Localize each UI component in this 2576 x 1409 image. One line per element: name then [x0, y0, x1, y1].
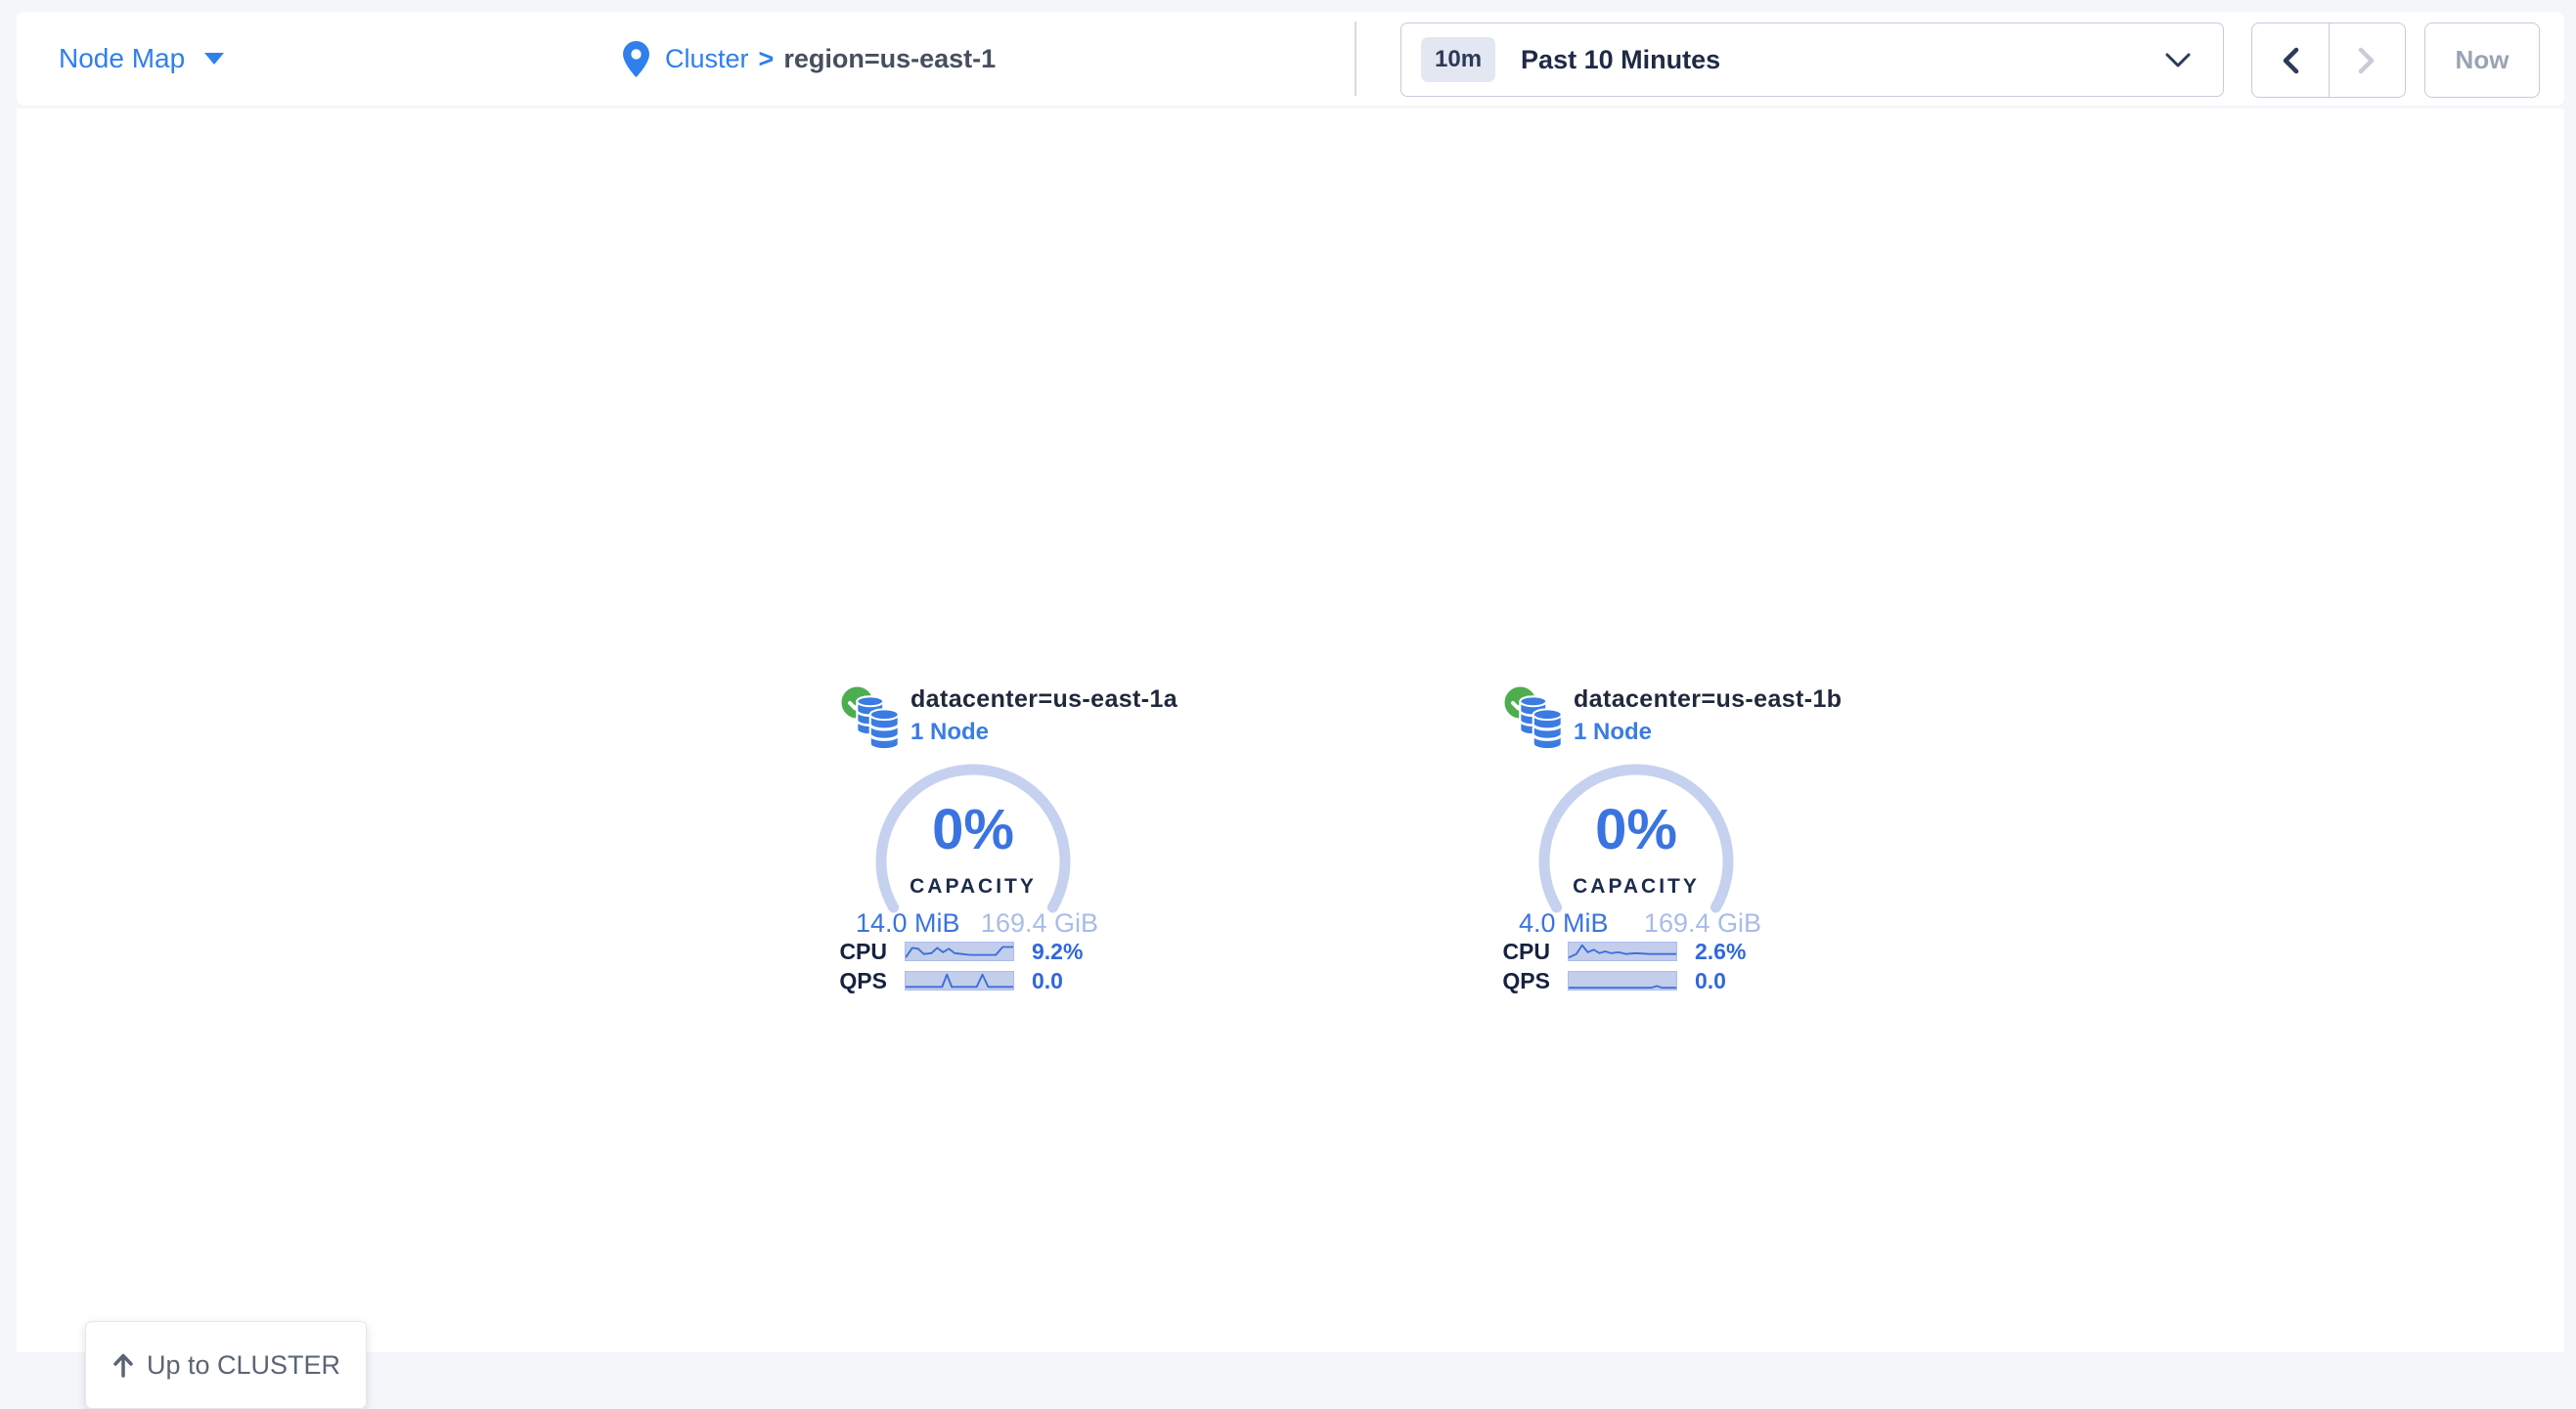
qps-metric-row: QPS 0.0	[828, 970, 1063, 991]
cpu-value: 9.2%	[1032, 939, 1083, 965]
qps-label: QPS	[828, 968, 905, 994]
capacity-total: 169.4 GiB	[981, 908, 1098, 939]
time-range-dropdown[interactable]: 10m Past 10 Minutes	[1400, 22, 2224, 97]
datacenter-node-count: 1 Node	[910, 719, 989, 746]
time-range-badge: 10m	[1421, 37, 1495, 82]
now-button[interactable]: Now	[2424, 22, 2540, 98]
header-bar: Node Map Cluster > region=us-east-1 10m …	[17, 12, 2564, 106]
view-selector[interactable]: Node Map	[59, 12, 224, 106]
cpu-sparkline	[1568, 942, 1677, 961]
capacity-range: 4.0 MiB 169.4 GiB	[1519, 908, 1761, 939]
location-pin-icon	[623, 41, 649, 77]
up-to-cluster-label: Up to CLUSTER	[147, 1350, 340, 1381]
capacity-total: 169.4 GiB	[1644, 908, 1761, 939]
view-selector-label: Node Map	[59, 43, 185, 74]
time-range-label: Past 10 Minutes	[1521, 45, 1720, 75]
up-to-cluster-button[interactable]: Up to CLUSTER	[85, 1321, 367, 1409]
node-map-canvas: datacenter=us-east-1a 1 Node 0% CAPACITY…	[17, 109, 2564, 1352]
cpu-metric-row: CPU 2.6%	[1491, 941, 1746, 962]
arrow-up-icon	[111, 1351, 135, 1379]
capacity-label: CAPACITY	[870, 875, 1076, 899]
datacenter-title: datacenter=us-east-1a	[910, 685, 1177, 714]
capacity-percent: 0%	[870, 797, 1076, 862]
qps-label: QPS	[1491, 968, 1568, 994]
chevron-down-icon	[2164, 52, 2192, 68]
cpu-metric-row: CPU 9.2%	[828, 941, 1083, 962]
capacity-used: 4.0 MiB	[1519, 908, 1609, 939]
chevron-left-icon	[2280, 46, 2301, 75]
qps-value: 0.0	[1695, 968, 1726, 994]
cpu-label: CPU	[828, 939, 905, 965]
qps-metric-row: QPS 0.0	[1491, 970, 1726, 991]
caret-down-icon	[204, 53, 224, 66]
capacity-range: 14.0 MiB 169.4 GiB	[856, 908, 1098, 939]
datacenter-card-us-east-1b[interactable]: datacenter=us-east-1b 1 Node 0% CAPACITY…	[1491, 683, 1785, 1006]
datacenter-node-count: 1 Node	[1574, 719, 1652, 746]
qps-value: 0.0	[1032, 968, 1063, 994]
breadcrumb: Cluster > region=us-east-1	[623, 12, 996, 106]
cpu-sparkline	[905, 942, 1014, 961]
qps-sparkline	[905, 971, 1014, 991]
breadcrumb-separator: >	[759, 44, 775, 74]
datacenter-title: datacenter=us-east-1b	[1574, 685, 1842, 714]
cpu-label: CPU	[1491, 939, 1568, 965]
capacity-used: 14.0 MiB	[856, 908, 960, 939]
database-stack-icon	[852, 693, 903, 755]
breadcrumb-current: region=us-east-1	[783, 44, 996, 74]
capacity-label: CAPACITY	[1533, 875, 1739, 899]
breadcrumb-cluster-link[interactable]: Cluster	[665, 44, 749, 74]
capacity-percent: 0%	[1533, 797, 1739, 862]
database-stack-icon	[1515, 693, 1566, 755]
cpu-value: 2.6%	[1695, 939, 1746, 965]
qps-sparkline	[1568, 971, 1677, 991]
next-time-button[interactable]	[2329, 23, 2406, 97]
datacenter-card-us-east-1a[interactable]: datacenter=us-east-1a 1 Node 0% CAPACITY…	[828, 683, 1122, 1006]
header-divider	[1355, 22, 1356, 96]
prev-time-button[interactable]	[2252, 23, 2329, 97]
chevron-right-icon	[2356, 46, 2377, 75]
time-step-buttons	[2251, 22, 2406, 98]
